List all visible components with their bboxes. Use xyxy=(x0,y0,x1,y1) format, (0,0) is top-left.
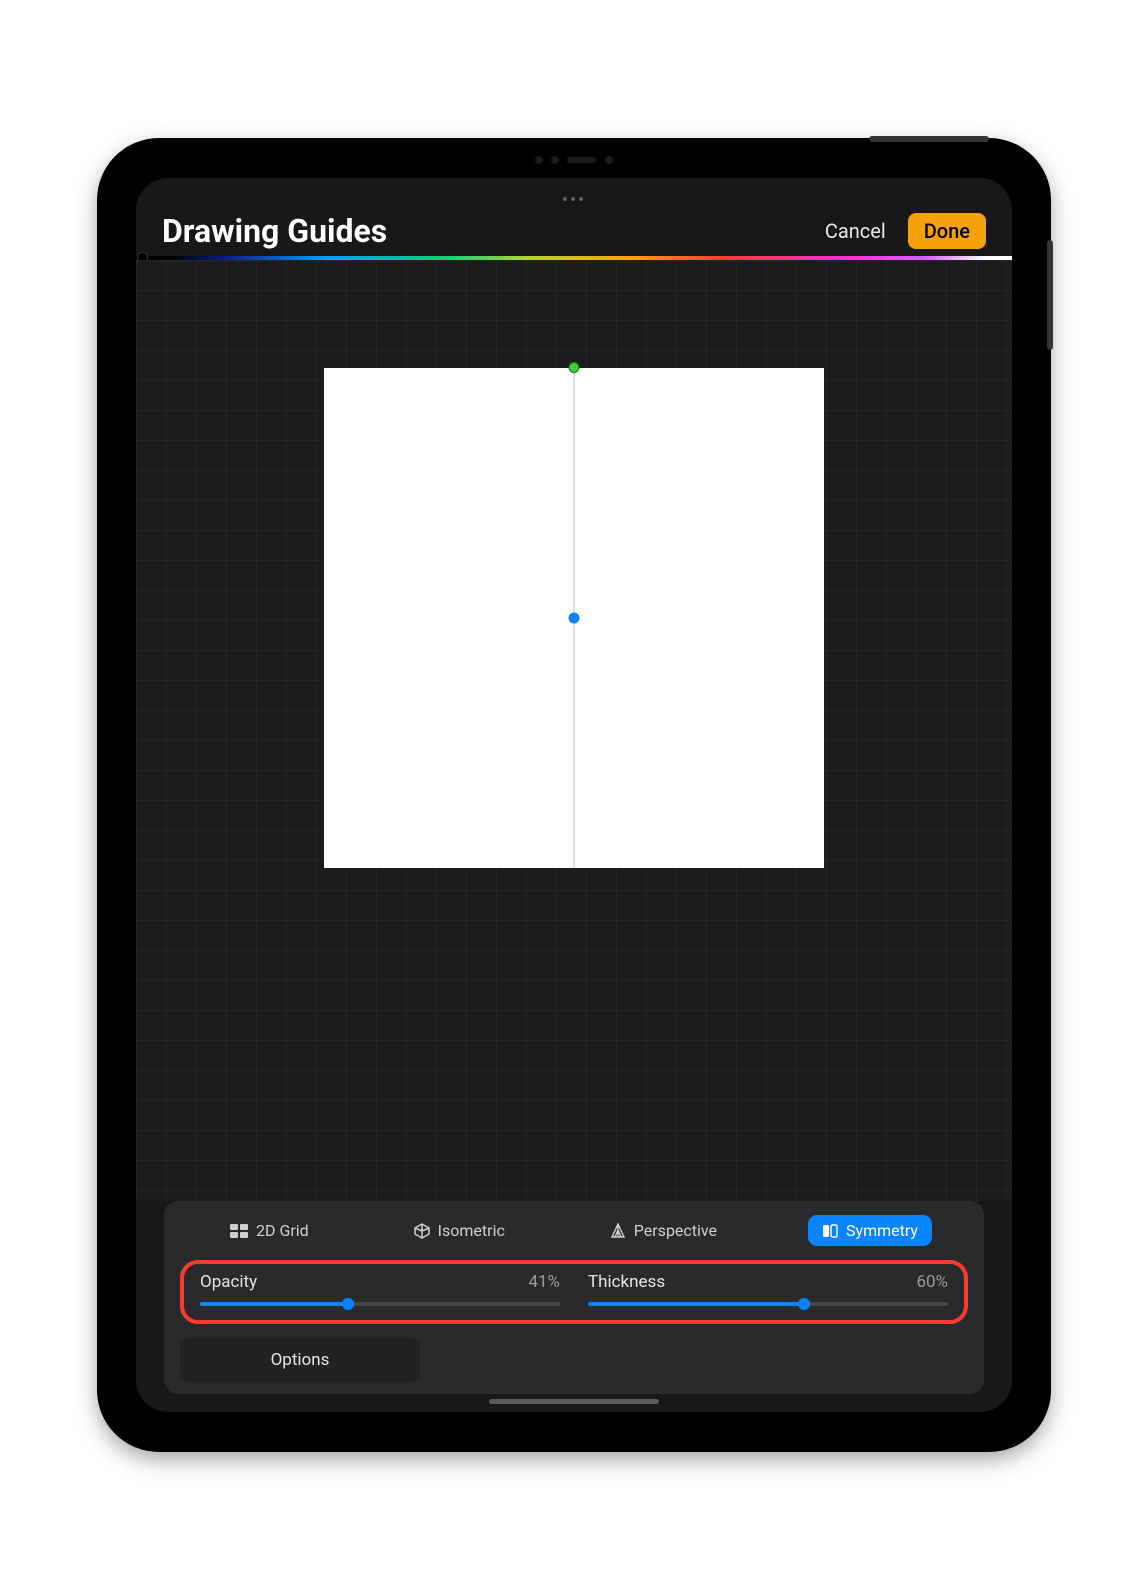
tab-perspective[interactable]: Perspective xyxy=(596,1215,731,1246)
opacity-value: 41% xyxy=(528,1272,560,1292)
sliders-highlight-box: Opacity 41% Thickness 60% xyxy=(180,1260,968,1324)
cancel-button[interactable]: Cancel xyxy=(825,219,886,243)
header-actions: Cancel Done xyxy=(825,213,986,249)
drag-handle-icon[interactable]: ••• xyxy=(136,190,1012,208)
symmetry-rotation-handle[interactable] xyxy=(569,362,580,373)
header: Drawing Guides Cancel Done xyxy=(136,208,1012,256)
tab-2d-grid[interactable]: 2D Grid xyxy=(216,1215,323,1246)
done-button[interactable]: Done xyxy=(908,213,986,249)
thickness-label: Thickness xyxy=(588,1272,665,1292)
options-button[interactable]: Options xyxy=(180,1338,420,1382)
home-indicator[interactable] xyxy=(489,1399,659,1404)
thickness-slider-group: Thickness 60% xyxy=(588,1272,948,1306)
tab-label: 2D Grid xyxy=(256,1221,309,1240)
thickness-slider-thumb[interactable] xyxy=(798,1298,810,1310)
screen: ••• Drawing Guides Cancel Done xyxy=(136,178,1012,1412)
tab-label: Perspective xyxy=(634,1221,717,1240)
guide-type-segmented: 2D Grid Isometric Perspective xyxy=(180,1215,968,1246)
tab-label: Isometric xyxy=(438,1221,505,1240)
opacity-slider-thumb[interactable] xyxy=(342,1298,354,1310)
canvas-preview[interactable] xyxy=(324,368,824,868)
grid-icon xyxy=(230,1224,248,1238)
tab-isometric[interactable]: Isometric xyxy=(400,1215,519,1246)
ipad-frame: ••• Drawing Guides Cancel Done xyxy=(99,140,1049,1450)
tab-symmetry[interactable]: Symmetry xyxy=(808,1215,932,1246)
opacity-slider-group: Opacity 41% xyxy=(200,1272,560,1306)
opacity-slider[interactable] xyxy=(200,1302,560,1306)
controls-panel: 2D Grid Isometric Perspective xyxy=(164,1201,984,1394)
cube-icon xyxy=(414,1223,430,1239)
page-title: Drawing Guides xyxy=(162,212,387,250)
symmetry-icon xyxy=(822,1224,838,1238)
tab-label: Symmetry xyxy=(846,1221,918,1240)
camera-bar xyxy=(514,154,634,166)
perspective-icon xyxy=(610,1223,626,1239)
symmetry-center-handle[interactable] xyxy=(569,613,580,624)
thickness-value: 60% xyxy=(916,1272,948,1292)
opacity-label: Opacity xyxy=(200,1272,257,1292)
thickness-slider[interactable] xyxy=(588,1302,948,1306)
workspace[interactable] xyxy=(136,260,1012,1201)
